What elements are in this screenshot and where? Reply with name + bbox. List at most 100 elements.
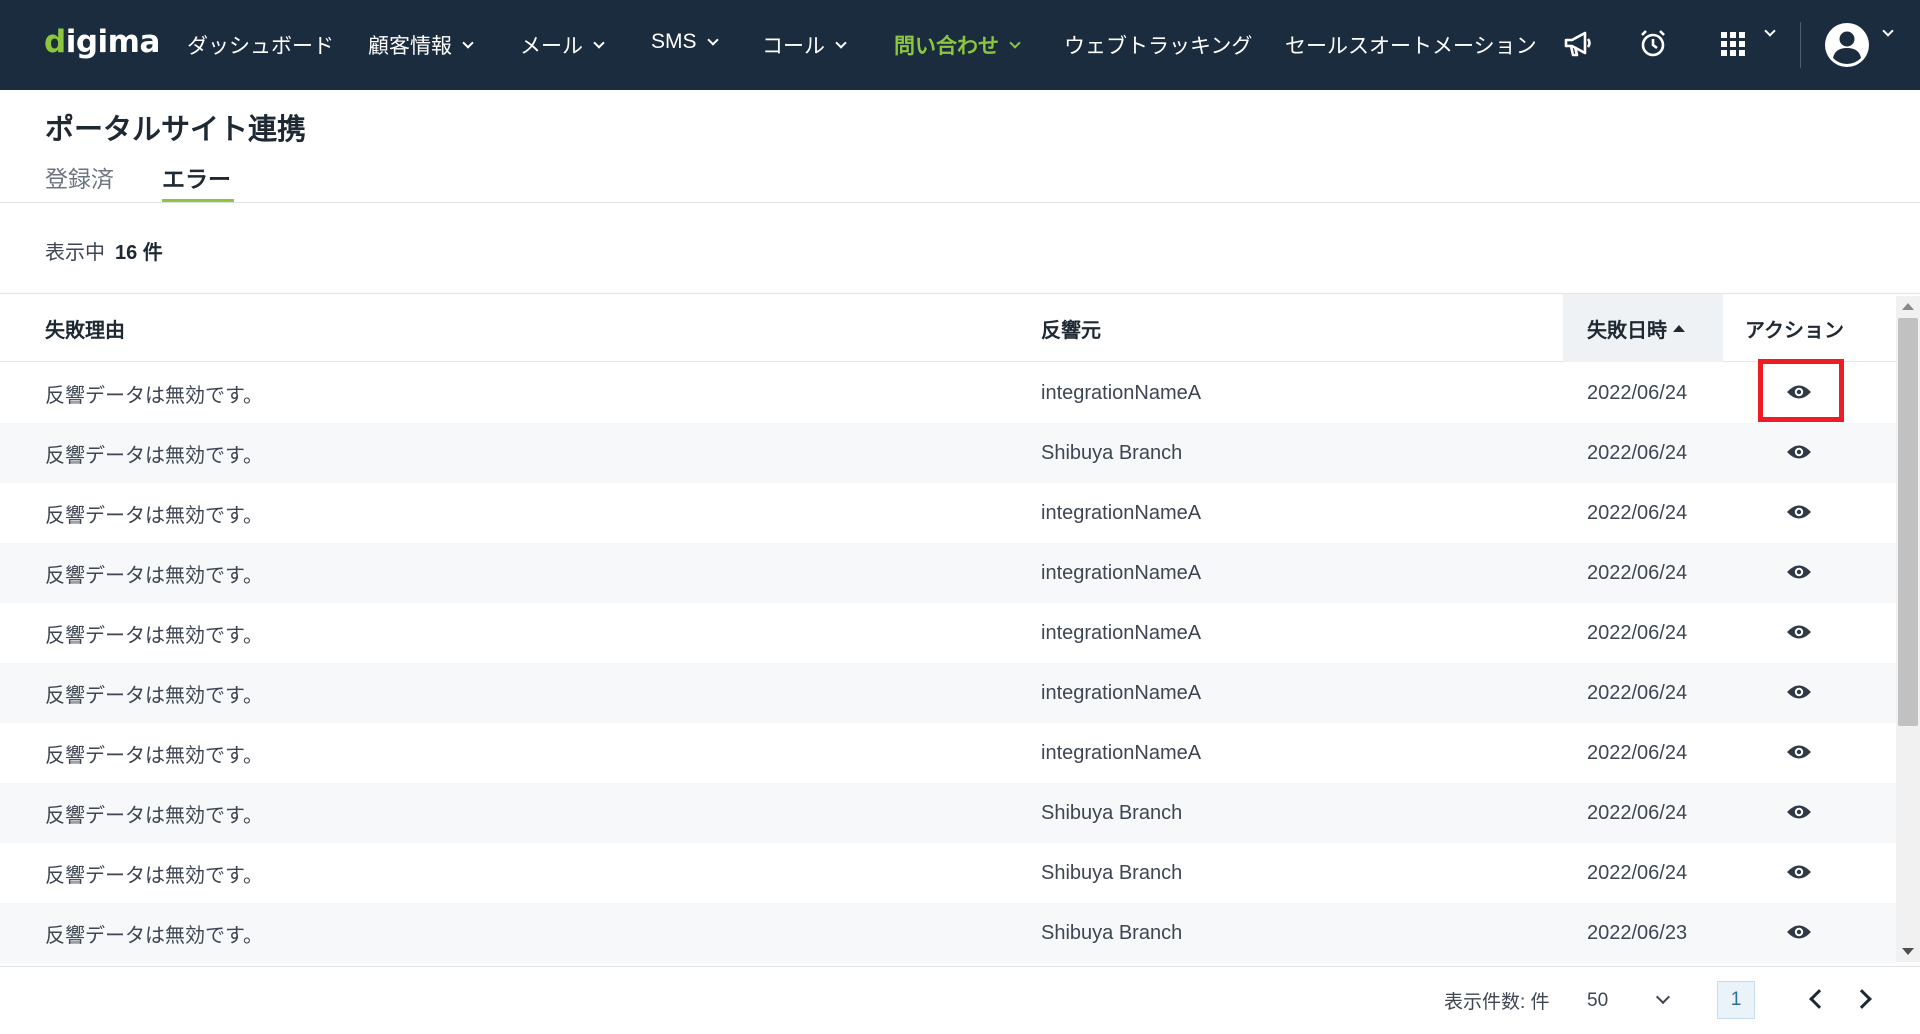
failure-reason: 反響データは無効です。 — [45, 804, 263, 827]
source-name: integrationNameA — [1041, 741, 1202, 764]
apps-menu-chevron[interactable] — [1754, 25, 1776, 37]
view-details-button[interactable] — [1786, 739, 1812, 765]
failure-reason: 反響データは無効です。 — [45, 744, 263, 767]
chevron-down-icon — [1655, 989, 1671, 1005]
chevron-down-icon — [1764, 25, 1776, 37]
column-header-action: アクション — [1745, 319, 1844, 342]
failure-date: 2022/06/24 — [1587, 381, 1688, 404]
failure-date: 2022/06/23 — [1587, 921, 1688, 944]
nav-item-dashboard[interactable]: ダッシュボード — [187, 30, 334, 60]
failure-reason: 反響データは無効です。 — [45, 624, 263, 647]
nav-item-mail[interactable]: メール — [520, 30, 605, 60]
failure-date: 2022/06/24 — [1587, 681, 1688, 704]
failure-reason: 反響データは無効です。 — [45, 564, 263, 587]
failure-date: 2022/06/24 — [1587, 441, 1688, 464]
table-row: 反響データは無効です。 Shibuya Branch 2022/06/24 — [0, 783, 1896, 843]
user-avatar-icon[interactable] — [1824, 22, 1870, 68]
scrollbar-thumb[interactable] — [1898, 318, 1918, 726]
nav-divider — [1800, 22, 1801, 68]
per-page-select[interactable]: 50 — [1578, 984, 1676, 1018]
footer-divider — [0, 966, 1920, 967]
next-page-icon[interactable] — [1852, 989, 1872, 1009]
eye-icon — [1787, 925, 1811, 939]
digima-logo[interactable]: digima — [44, 24, 160, 60]
per-page-value: 50 — [1587, 990, 1609, 1011]
failure-date: 2022/06/24 — [1587, 861, 1688, 884]
nav-item-sms[interactable]: SMS — [651, 30, 719, 54]
nav-item-call[interactable]: コール — [762, 30, 847, 60]
chevron-down-icon — [1882, 25, 1894, 37]
tab-error[interactable]: エラー — [162, 160, 231, 194]
apps-grid-icon[interactable] — [1716, 27, 1750, 61]
chevron-down-icon — [593, 36, 605, 49]
nav-item-sales-automation[interactable]: セールスオートメーション — [1285, 30, 1537, 60]
column-header-reason[interactable]: 失敗理由 — [45, 294, 125, 362]
column-header-date[interactable]: 失敗日時 — [1563, 294, 1723, 362]
column-header-source[interactable]: 反響元 — [1041, 294, 1101, 362]
source-name: Shibuya Branch — [1041, 921, 1183, 944]
header-divider — [0, 202, 1920, 203]
failure-date: 2022/06/24 — [1587, 621, 1688, 644]
nav-item-customers[interactable]: 顧客情報 — [368, 30, 474, 60]
source-name: integrationNameA — [1041, 561, 1202, 584]
scroll-up-arrow-icon[interactable] — [1902, 303, 1914, 310]
nav-item-web-tracking[interactable]: ウェブトラッキング — [1064, 30, 1252, 60]
per-page-label: 表示件数: 件 — [1444, 992, 1550, 1013]
highlight-annotation-box — [1758, 359, 1844, 422]
view-details-button[interactable] — [1786, 679, 1812, 705]
table-row: 反響データは無効です。 Shibuya Branch 2022/06/23 — [0, 903, 1896, 963]
previous-page-icon[interactable] — [1809, 989, 1829, 1009]
view-details-button[interactable] — [1786, 439, 1812, 465]
view-details-button[interactable] — [1786, 559, 1812, 585]
table-row: 反響データは無効です。 integrationNameA 2022/06/24 — [0, 663, 1896, 723]
scroll-down-arrow-icon[interactable] — [1902, 948, 1914, 955]
failure-reason: 反響データは無効です。 — [45, 444, 263, 467]
page-number-button[interactable]: 1 — [1717, 981, 1755, 1019]
source-name: integrationNameA — [1041, 681, 1202, 704]
failure-date: 2022/06/24 — [1587, 801, 1688, 824]
source-name: integrationNameA — [1041, 621, 1202, 644]
sort-ascending-icon — [1673, 324, 1685, 332]
table-row: 反響データは無効です。 Shibuya Branch 2022/06/24 — [0, 843, 1896, 903]
result-count: 表示中 16 件 — [45, 242, 163, 264]
failure-reason: 反響データは無効です。 — [45, 384, 263, 407]
view-details-button[interactable] — [1786, 859, 1812, 885]
table-row: 反響データは無効です。 integrationNameA 2022/06/24 — [0, 363, 1896, 423]
failure-reason: 反響データは無効です。 — [45, 684, 263, 707]
alarm-clock-icon[interactable] — [1636, 27, 1670, 61]
top-navigation-bar: digima ダッシュボード 顧客情報 メール SMS コール 問い合わせ ウェ… — [0, 0, 1920, 90]
eye-icon — [1787, 565, 1811, 579]
source-name: Shibuya Branch — [1041, 801, 1183, 824]
failure-reason: 反響データは無効です。 — [45, 924, 263, 947]
source-name: Shibuya Branch — [1041, 441, 1183, 464]
failure-reason: 反響データは無効です。 — [45, 504, 263, 527]
failure-date: 2022/06/24 — [1587, 501, 1688, 524]
chevron-down-icon — [835, 36, 847, 49]
eye-icon — [1787, 685, 1811, 699]
eye-icon — [1787, 865, 1811, 879]
chevron-down-icon — [706, 33, 719, 46]
source-name: integrationNameA — [1041, 381, 1202, 404]
megaphone-icon[interactable] — [1561, 27, 1595, 61]
chevron-down-icon — [1009, 36, 1021, 49]
chevron-down-icon — [462, 36, 474, 49]
view-details-button[interactable] — [1786, 919, 1812, 945]
tab-registered[interactable]: 登録済 — [45, 160, 114, 194]
user-menu-chevron[interactable] — [1872, 25, 1894, 37]
failure-date: 2022/06/24 — [1587, 741, 1688, 764]
table-row: 反響データは無効です。 integrationNameA 2022/06/24 — [0, 603, 1896, 663]
failure-reason: 反響データは無効です。 — [45, 864, 263, 887]
view-details-button[interactable] — [1786, 799, 1812, 825]
table-row: 反響データは無効です。 integrationNameA 2022/06/24 — [0, 483, 1896, 543]
source-name: Shibuya Branch — [1041, 861, 1183, 884]
nav-item-inquiries[interactable]: 問い合わせ — [894, 30, 1021, 60]
eye-icon — [1787, 745, 1811, 759]
failure-date: 2022/06/24 — [1587, 561, 1688, 584]
source-name: integrationNameA — [1041, 501, 1202, 524]
table-row: 反響データは無効です。 Shibuya Branch 2022/06/24 — [0, 423, 1896, 483]
view-details-button[interactable] — [1786, 619, 1812, 645]
eye-icon — [1787, 445, 1811, 459]
view-details-button[interactable] — [1786, 499, 1812, 525]
eye-icon — [1787, 505, 1811, 519]
eye-icon — [1787, 805, 1811, 819]
